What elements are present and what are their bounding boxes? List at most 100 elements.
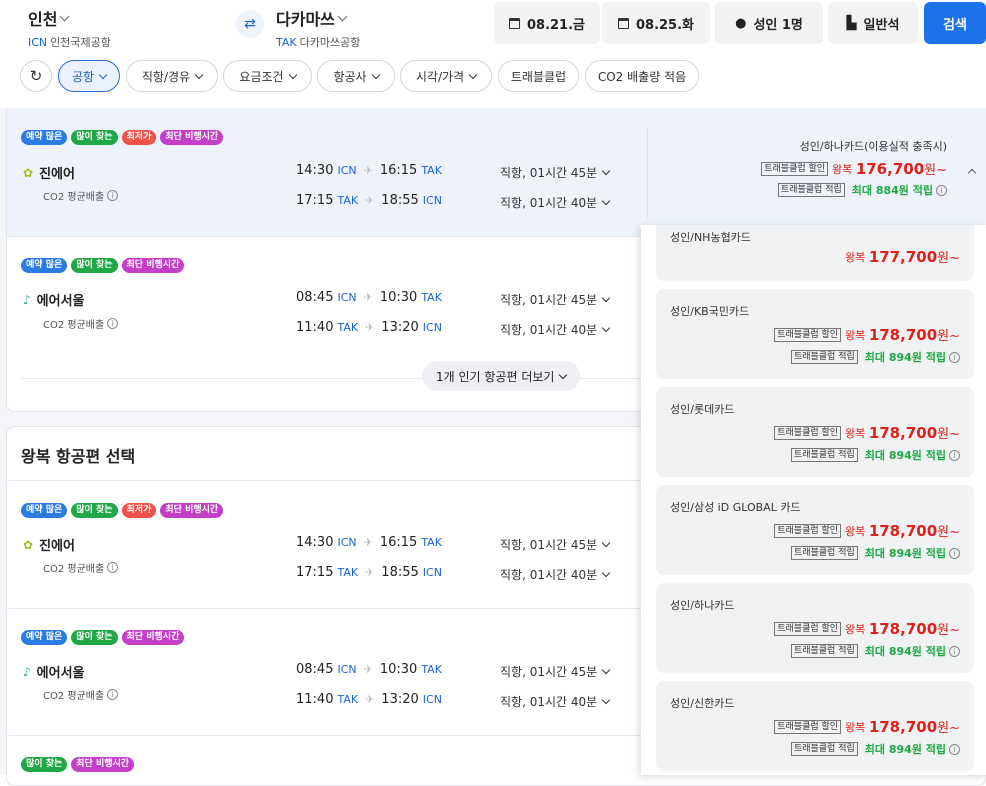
plane-icon: ✈ <box>363 663 373 676</box>
badge-group: 예약 많은 많이 찾는 최단 비행시간 <box>21 630 185 645</box>
points: 최대 894원 적립 <box>864 743 946 756</box>
return-date-button[interactable]: 08.25.화 <box>602 2 710 44</box>
won-unit: 원~ <box>937 525 960 540</box>
info-icon[interactable]: i <box>107 562 119 573</box>
duration-in[interactable]: 직항, 01시간 40분 <box>500 194 611 211</box>
points-row: 트래블클럽 적립 최대 894원 적립 i <box>790 545 960 561</box>
won-unit: 원~ <box>937 623 960 638</box>
cabin-button[interactable]: ▙ 일반석 <box>828 2 918 44</box>
filter-airport[interactable]: 공항 <box>58 60 120 92</box>
card-option[interactable]: 성인/롯데카드 트래블클럽 할인 왕복 178,700 원~ 트래블클럽 적립 최대 … <box>656 387 974 477</box>
filter-co2[interactable]: CO2 배출량 적음 <box>585 60 699 92</box>
filter-travelclub[interactable]: 트래블클럽 <box>498 60 579 92</box>
duration-text: 직항, 01시간 45분 <box>500 538 598 552</box>
airline: ✿ 진에어 <box>23 163 75 183</box>
segment-out: 14:30 ICN ✈ 16:15 TAK <box>296 163 442 178</box>
chevron-down-icon <box>601 323 611 333</box>
points: 최대 894원 적립 <box>864 449 946 462</box>
flight-card[interactable]: 예약 많은 많이 찾는 최저가 최단 비행시간 ✿ 진에어 CO2 평균배출 i 1… <box>7 108 986 236</box>
badge: 많이 찾는 <box>71 130 118 145</box>
dep-airport: ICN <box>337 164 357 177</box>
swap-icon[interactable]: ⇄ <box>236 10 264 38</box>
card-name: 성인/NH농협카드 <box>670 231 751 244</box>
badge: 최단 비행시간 <box>71 757 135 772</box>
badge: 예약 많은 <box>21 630 68 645</box>
plane-icon: ✈ <box>365 321 375 334</box>
more-flights-label: 1개 인기 항공편 더보기 <box>436 369 555 384</box>
search-button[interactable]: 검색 <box>924 2 986 44</box>
more-flights-button[interactable]: 1개 인기 항공편 더보기 <box>422 361 581 391</box>
points: 최대 894원 적립 <box>864 547 946 560</box>
airseoul-logo-icon: ♪ <box>23 292 31 307</box>
points-label: 트래블클럽 적립 <box>790 742 858 756</box>
info-icon[interactable]: i <box>949 351 960 363</box>
info-icon[interactable]: i <box>107 190 119 201</box>
info-icon[interactable]: i <box>949 743 960 755</box>
badge: 최단 비행시간 <box>160 130 224 145</box>
filter-stops[interactable]: 직항/경유 <box>126 60 218 92</box>
card-option[interactable]: 성인/하나카드 트래블클럽 할인 왕복 178,700 원~ 트래블클럽 적립 최대 … <box>656 583 974 673</box>
duration-in[interactable]: 직항, 01시간 40분 <box>500 693 611 710</box>
jinair-logo-icon: ✿ <box>23 537 34 552</box>
airline: ♪ 에어서울 <box>23 662 85 682</box>
points-label: 트래블클럽 적립 <box>790 448 858 462</box>
duration-out[interactable]: 직항, 01시간 45분 <box>500 291 611 308</box>
info-icon[interactable]: i <box>949 547 960 559</box>
duration-out[interactable]: 직항, 01시간 45분 <box>500 663 611 680</box>
filter-airline[interactable]: 항공사 <box>317 60 395 92</box>
duration-out[interactable]: 직항, 01시간 45분 <box>500 536 611 553</box>
chevron-down-icon <box>601 665 611 675</box>
airline: ♪ 에어서울 <box>23 290 85 310</box>
plane-icon: ✈ <box>365 194 375 207</box>
points-label: 트래블클럽 적립 <box>790 350 858 364</box>
price-row: 트래블클럽 할인 왕복 176,700 원~ <box>761 159 947 178</box>
won-unit: 원~ <box>937 427 960 442</box>
info-icon[interactable]: i <box>107 689 119 700</box>
airline-name: 에어서울 <box>36 294 85 309</box>
card-option[interactable]: 성인/NH농협카드 왕복 177,700 원~ <box>656 225 974 281</box>
jinair-logo-icon: ✿ <box>23 165 34 180</box>
airline: ✿ 진에어 <box>23 535 75 555</box>
co2-label: CO2 평균배출 <box>43 691 105 702</box>
depart-date-button[interactable]: 08.21.금 <box>494 2 600 44</box>
duration-in[interactable]: 직항, 01시간 40분 <box>500 321 611 338</box>
refresh-icon[interactable]: ↻ <box>20 60 52 92</box>
badge-group: 예약 많은 많이 찾는 최단 비행시간 <box>21 258 185 273</box>
co2-label: CO2 평균배출 <box>43 320 105 331</box>
info-icon[interactable]: i <box>949 645 960 657</box>
filter-fare[interactable]: 요금조건 <box>223 60 312 92</box>
card-option[interactable]: 성인/삼성 iD GLOBAL 카드 트래블클럽 할인 왕복 178,700 원~ … <box>656 485 974 575</box>
price-box: 성인/하나카드(이용실적 충족시) 트래블클럽 할인 왕복 176,700 원~ 트… <box>761 138 947 198</box>
duration-text: 직항, 01시간 40분 <box>500 568 598 582</box>
points-row: 트래블클럽 적립 최대 894원 적립 i <box>790 447 960 463</box>
plane-icon: ✈ <box>363 164 373 177</box>
origin-selector[interactable]: 인천 ICN 인천국제공항 <box>28 6 111 50</box>
filter-time-price[interactable]: 시각/가격 <box>400 60 492 92</box>
arr-time: 18:55 <box>381 565 419 580</box>
card-option[interactable]: 성인/KB국민카드 트래블클럽 할인 왕복 178,700 원~ 트래블클럽 적립 최… <box>656 289 974 379</box>
price-row: 트래블클럽 할인 왕복 178,700 원~ <box>774 423 960 442</box>
chevron-down-icon <box>60 11 70 21</box>
info-icon[interactable]: i <box>107 318 119 329</box>
collapse-button[interactable] <box>957 130 986 212</box>
points-row: 트래블클럽 적립 최대 894원 적립 i <box>790 643 960 659</box>
passenger-button[interactable]: ● 성인 1명 <box>715 2 823 44</box>
badge: 많이 찾는 <box>71 503 118 518</box>
plane-icon: ✈ <box>365 693 375 706</box>
price: 177,700 <box>868 247 938 266</box>
segment-out: 08:45 ICN ✈ 10:30 TAK <box>296 290 442 305</box>
filter-bar: ↻ 공항 직항/경유 요금조건 항공사 시각/가격 트래블클럽 CO2 배출량 … <box>0 60 986 94</box>
dest-selector[interactable]: 다카마쓰 TAK 다카마쓰공항 <box>276 6 360 50</box>
arr-airport: ICN <box>422 194 442 207</box>
plane-icon: ✈ <box>365 566 375 579</box>
info-icon[interactable]: i <box>949 449 960 461</box>
dep-time: 14:30 <box>296 535 334 550</box>
badge: 많이 찾는 <box>21 757 68 772</box>
duration-in[interactable]: 직항, 01시간 40분 <box>500 566 611 583</box>
info-icon[interactable]: i <box>936 184 947 196</box>
card-option[interactable]: 성인/신한카드 트래블클럽 할인 왕복 178,700 원~ 트래블클럽 적립 최대 … <box>656 681 974 771</box>
arr-time: 18:55 <box>381 193 419 208</box>
duration-out[interactable]: 직항, 01시간 45분 <box>500 164 611 181</box>
badge-group: 예약 많은 많이 찾는 최저가 최단 비행시간 <box>21 503 224 518</box>
seat-icon: ▙ <box>846 15 857 31</box>
